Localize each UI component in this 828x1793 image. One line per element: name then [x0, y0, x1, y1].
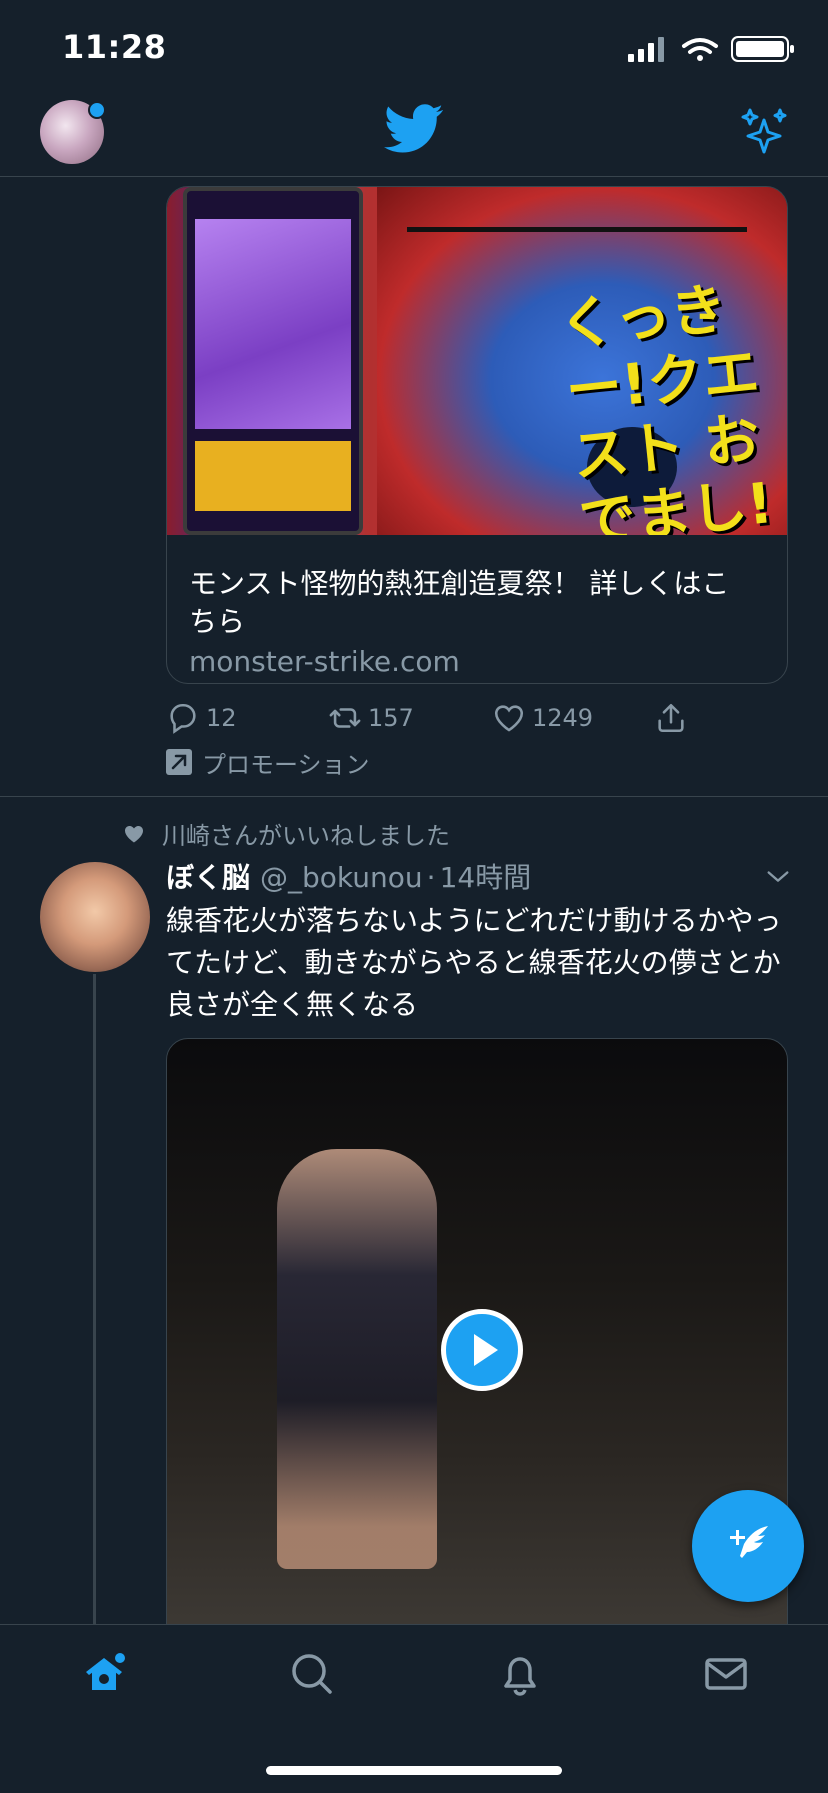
promo-card-copy: モンスト怪物的熱狂創造夏祭！ 詳しくはこちら monster-strike.co…	[189, 565, 749, 678]
tweet-text: 線香花火が落ちないようにどれだけ動けるかやってたけど、動きながらやると線香花火の…	[166, 904, 782, 1021]
chevron-down-icon[interactable]	[764, 862, 792, 890]
reply-count: 12	[206, 704, 237, 732]
reply-button[interactable]: 12	[166, 700, 237, 736]
promo-link-card[interactable]: くっきー!クエスト おでまし! モンスト怪物的熱狂創造夏祭！ 詳しくはこちら m…	[166, 186, 788, 684]
play-icon[interactable]	[441, 1309, 523, 1391]
share-button[interactable]	[654, 700, 694, 736]
status-time: 11:28	[62, 28, 167, 66]
bell-icon[interactable]	[496, 1650, 544, 1698]
social-context: 川崎さんがいいねしました	[122, 816, 450, 851]
promo-image-caption: くっきー!クエスト おでまし!	[555, 276, 776, 535]
retweet-count: 157	[368, 704, 414, 732]
home-icon[interactable]	[80, 1650, 128, 1698]
search-icon[interactable]	[288, 1650, 336, 1698]
tweet-header: ぼく脳 @_bokunou · 14時間	[166, 856, 531, 896]
status-icons	[628, 36, 794, 62]
notification-dot	[88, 101, 106, 119]
like-button[interactable]: 1249	[492, 700, 593, 736]
compose-button[interactable]	[692, 1490, 804, 1602]
tweet-separator: ·	[426, 861, 436, 894]
header-divider	[0, 176, 828, 177]
home-indicator	[266, 1766, 562, 1775]
retweet-icon	[329, 708, 361, 728]
phone-mockup	[183, 187, 363, 535]
share-icon	[658, 703, 684, 733]
liked-by-text: 川崎さんがいいねしました	[162, 822, 450, 850]
wifi-icon	[682, 38, 718, 61]
sparkle-icon[interactable]	[738, 106, 790, 158]
twitter-logo-icon	[384, 104, 443, 153]
promoted-label: プロモーション	[202, 750, 370, 779]
phone-bar	[195, 441, 351, 511]
thread-line	[93, 974, 96, 1624]
promo-image[interactable]: くっきー!クエスト おでまし!	[167, 187, 787, 535]
promoted-indicator[interactable]: プロモーション	[166, 744, 370, 780]
tweet-divider	[0, 796, 828, 797]
promoted-arrow-icon	[166, 749, 192, 775]
tweet-author-handle[interactable]: @_bokunou	[260, 861, 423, 894]
heart-filled-icon	[125, 825, 143, 842]
battery-icon	[731, 36, 794, 62]
heart-icon	[494, 705, 524, 732]
reply-icon	[170, 703, 196, 734]
like-count: 1249	[532, 704, 594, 732]
phone-screen	[195, 219, 351, 429]
promo-card-domain: monster-strike.com	[189, 645, 460, 678]
tweet-author-name[interactable]: ぼく脳	[166, 856, 250, 896]
promo-card-title: モンスト怪物的熱狂創造夏祭！ 詳しくはこちら	[189, 567, 730, 638]
tweet-author-avatar[interactable]	[40, 862, 150, 972]
retweet-button[interactable]: 157	[328, 700, 414, 736]
signal-icon	[628, 37, 664, 62]
video-person	[277, 1149, 437, 1569]
compose-icon	[730, 1526, 768, 1558]
tweet-timestamp[interactable]: 14時間	[440, 856, 532, 896]
mail-icon[interactable]	[702, 1650, 750, 1698]
